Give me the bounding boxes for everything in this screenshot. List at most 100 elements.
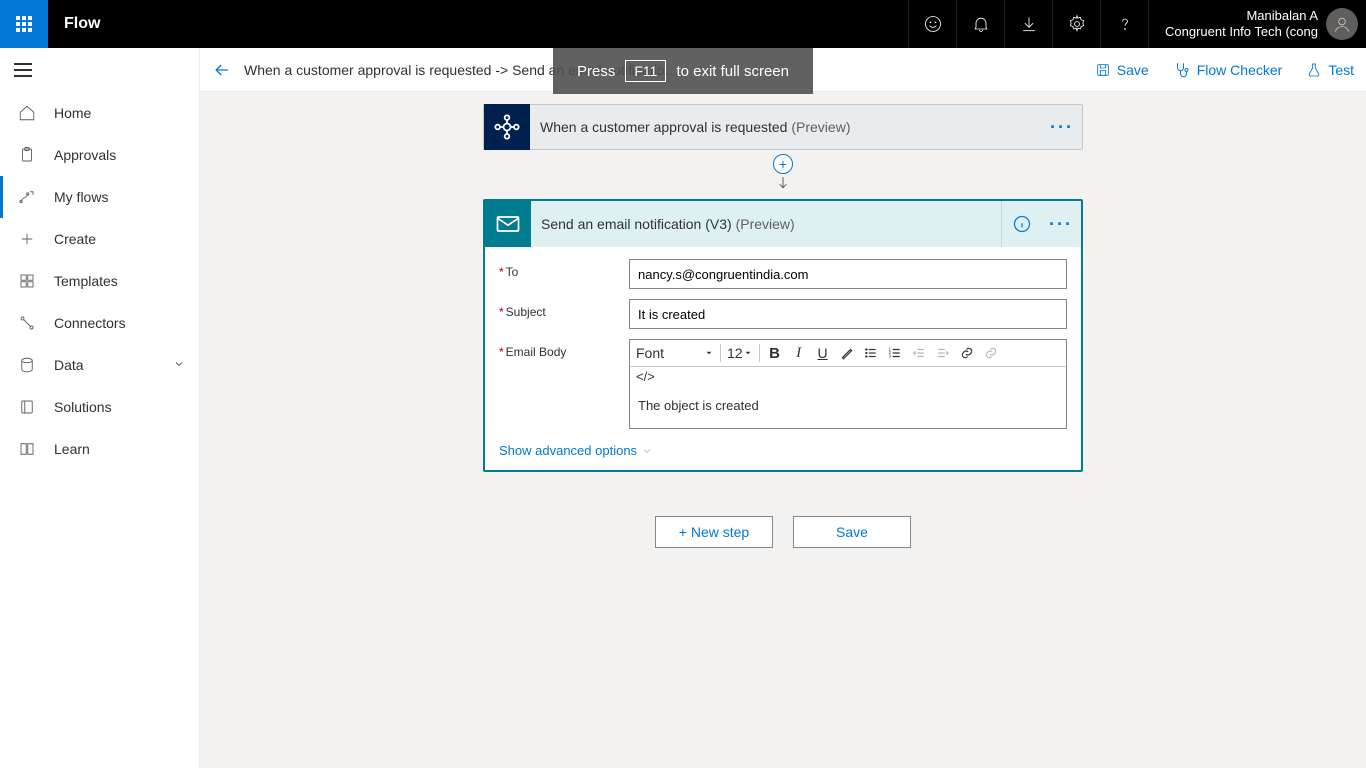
trigger-preview-tag: (Preview) <box>791 119 850 135</box>
stethoscope-icon <box>1173 61 1191 79</box>
svg-text:3: 3 <box>888 354 891 359</box>
action-header[interactable]: Send an email notification (V3) (Preview… <box>485 201 1081 247</box>
arrow-left-icon <box>212 60 232 80</box>
insert-step-button[interactable]: + <box>773 154 793 174</box>
brand-label: Flow <box>64 15 100 33</box>
save-button[interactable]: Save <box>1083 48 1161 92</box>
sidebar-item-learn[interactable]: Learn <box>0 428 199 470</box>
bullet-list-button[interactable] <box>862 344 880 362</box>
save-flow-button[interactable]: Save <box>793 516 911 548</box>
trigger-card[interactable]: When a customer approval is requested (P… <box>483 104 1083 150</box>
chevron-down-icon <box>173 357 185 373</box>
feedback-button[interactable] <box>908 0 956 48</box>
fullscreen-toast: Press F11 to exit full screen <box>553 48 813 94</box>
toolbar-test-label: Test <box>1328 62 1354 78</box>
templates-icon <box>18 272 36 290</box>
subject-label: *Subject <box>499 299 629 319</box>
to-label: *To <box>499 259 629 279</box>
test-button[interactable]: Test <box>1294 48 1366 92</box>
notifications-button[interactable] <box>956 0 1004 48</box>
unlink-button[interactable] <box>982 344 1000 362</box>
solutions-icon <box>18 398 36 416</box>
sidebar-item-label: Solutions <box>54 399 112 415</box>
sidebar-item-solutions[interactable]: Solutions <box>0 386 199 428</box>
download-button[interactable] <box>1004 0 1052 48</box>
sidebar-item-label: Approvals <box>54 147 116 163</box>
designer-canvas: When a customer approval is requested (P… <box>200 92 1366 768</box>
color-button[interactable] <box>838 344 856 362</box>
body-content[interactable]: The object is created <box>630 388 1066 428</box>
settings-button[interactable] <box>1052 0 1100 48</box>
home-icon <box>18 104 36 122</box>
chevron-down-icon <box>641 445 653 457</box>
user-name: Manibalan A <box>1165 8 1318 24</box>
to-input[interactable] <box>629 259 1067 289</box>
trigger-title-area: When a customer approval is requested (P… <box>530 119 1042 135</box>
sidebar-item-label: Connectors <box>54 315 126 331</box>
flow-checker-button[interactable]: Flow Checker <box>1161 48 1295 92</box>
sidebar-item-label: Templates <box>54 273 118 289</box>
user-org: Congruent Info Tech (cong <box>1165 24 1318 40</box>
waffle-icon <box>16 16 32 32</box>
sidebar-item-label: Create <box>54 231 96 247</box>
editor-toolbar: Font 12 B I U <box>630 340 1066 367</box>
toast-suffix: to exit full screen <box>676 63 789 80</box>
help-button[interactable] <box>1100 0 1148 48</box>
body-label: *Email Body <box>499 339 629 359</box>
sidebar-item-label: Home <box>54 105 91 121</box>
code-view-button[interactable]: </> <box>630 367 1066 388</box>
sidebar-item-label: Data <box>54 357 84 373</box>
underline-button[interactable]: U <box>814 344 832 362</box>
sidebar-item-templates[interactable]: Templates <box>0 260 199 302</box>
sidebar-item-home[interactable]: Home <box>0 92 199 134</box>
new-step-button[interactable]: + New step <box>655 516 773 548</box>
mail-connector-icon <box>485 201 531 247</box>
font-select[interactable]: Font <box>636 345 714 361</box>
bell-icon <box>971 14 991 34</box>
connectors-icon <box>18 314 36 332</box>
action-title-area: Send an email notification (V3) (Preview… <box>531 216 1001 232</box>
action-title: Send an email notification (V3) <box>541 216 732 232</box>
app-launcher-button[interactable] <box>0 0 48 48</box>
bottom-actions: + New step Save <box>483 516 1083 548</box>
sidebar-collapse-button[interactable] <box>0 48 199 92</box>
topbar: Flow Manibalan A Congruent Info Tech (co… <box>0 0 1366 48</box>
action-info-button[interactable] <box>1001 201 1041 247</box>
indent-button[interactable] <box>934 344 952 362</box>
flask-icon <box>1306 62 1322 78</box>
toast-key: F11 <box>625 60 666 82</box>
size-select[interactable]: 12 <box>727 345 753 361</box>
sidebar-item-approvals[interactable]: Approvals <box>0 134 199 176</box>
sidebar-item-connectors[interactable]: Connectors <box>0 302 199 344</box>
info-icon <box>1012 214 1032 234</box>
smile-icon <box>923 14 943 34</box>
clipboard-icon <box>18 146 36 164</box>
user-account-area[interactable]: Manibalan A Congruent Info Tech (cong <box>1148 0 1366 48</box>
toast-prefix: Press <box>577 63 615 80</box>
data-icon <box>18 356 36 374</box>
trigger-title: When a customer approval is requested <box>540 119 787 135</box>
sidebar-item-my-flows[interactable]: My flows <box>0 176 199 218</box>
bold-button[interactable]: B <box>766 344 784 362</box>
trigger-menu-button[interactable]: ··· <box>1042 117 1082 138</box>
show-advanced-options[interactable]: Show advanced options <box>499 439 653 462</box>
flow-icon <box>18 188 36 206</box>
outdent-button[interactable] <box>910 344 928 362</box>
sidebar-item-label: Learn <box>54 441 90 457</box>
trigger-connector-icon <box>484 104 530 150</box>
action-preview-tag: (Preview) <box>736 216 795 232</box>
action-card: Send an email notification (V3) (Preview… <box>483 199 1083 472</box>
back-button[interactable] <box>200 60 244 80</box>
toolbar-flow-checker-label: Flow Checker <box>1197 62 1283 78</box>
learn-icon <box>18 440 36 458</box>
sidebar-item-data[interactable]: Data <box>0 344 199 386</box>
link-button[interactable] <box>958 344 976 362</box>
number-list-button[interactable]: 123 <box>886 344 904 362</box>
sidebar-item-create[interactable]: Create <box>0 218 199 260</box>
action-menu-button[interactable]: ··· <box>1041 214 1081 235</box>
action-body: *To *Subject *Email Body Font <box>485 247 1081 470</box>
subject-input[interactable] <box>629 299 1067 329</box>
plus-icon <box>18 230 36 248</box>
body-editor: Font 12 B I U <box>629 339 1067 429</box>
italic-button[interactable]: I <box>790 344 808 362</box>
